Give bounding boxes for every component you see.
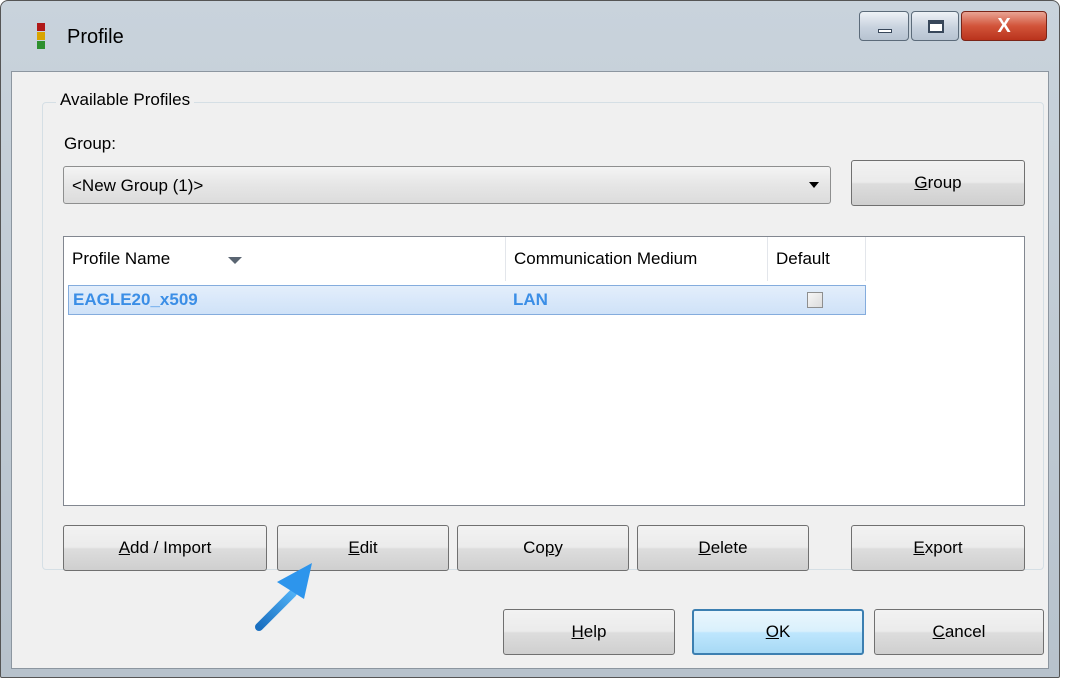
annotation-arrow-icon [255,563,312,631]
profile-window: Profile X Available Profiles Group: <New… [0,0,1060,678]
